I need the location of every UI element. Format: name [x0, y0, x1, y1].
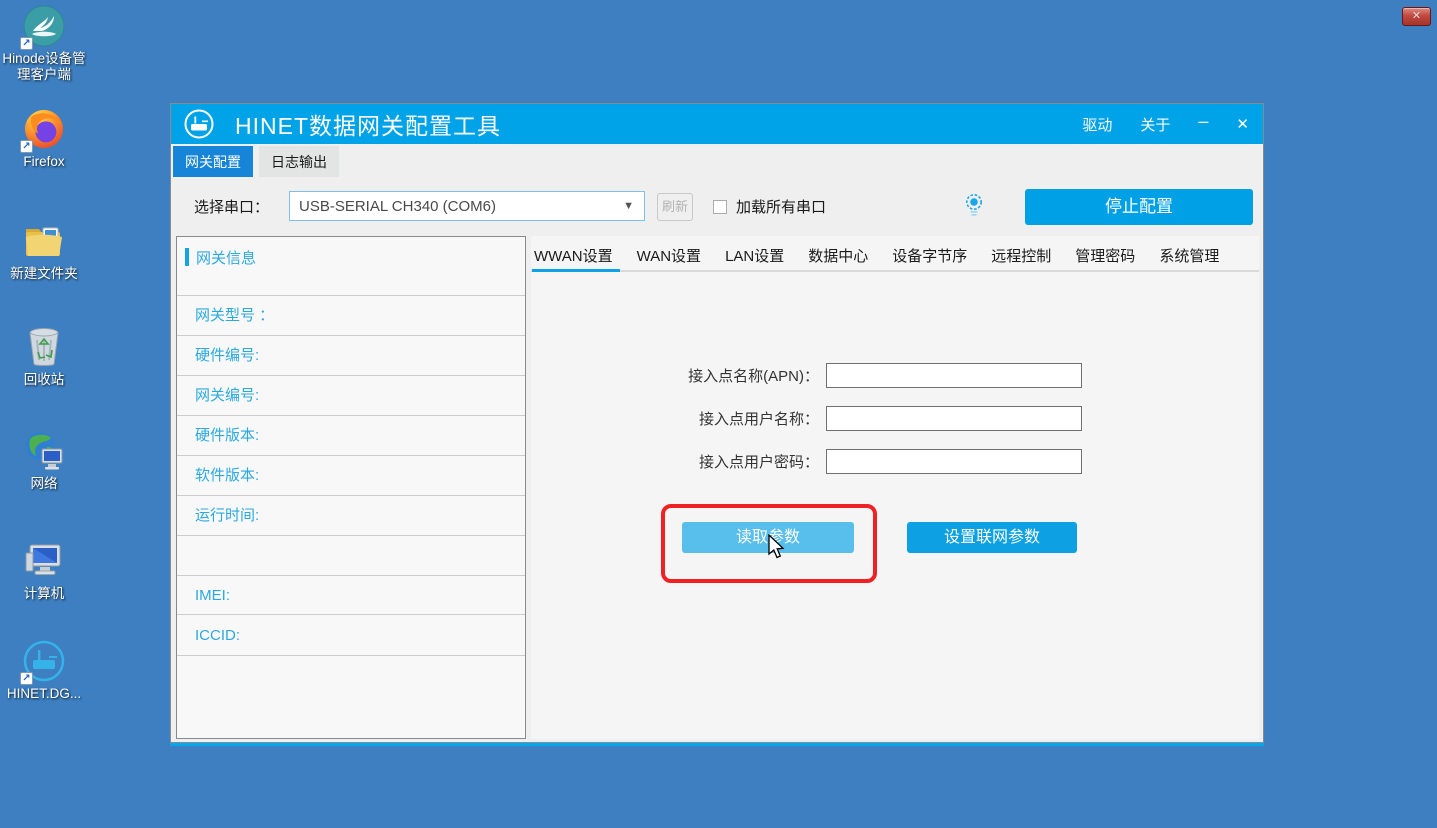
- tab-admin-pwd[interactable]: 管理密码: [1075, 245, 1135, 266]
- chevron-down-icon: ▼: [623, 200, 634, 212]
- hinet-router-icon: ↗: [22, 639, 66, 683]
- app-logo-icon: [183, 108, 215, 140]
- info-row-iccid: ICCID:: [177, 615, 525, 656]
- computer-icon: [22, 539, 66, 583]
- desktop-icon-network[interactable]: 网络: [0, 429, 88, 492]
- tab-remote[interactable]: 远程控制: [991, 245, 1051, 266]
- tab-wan[interactable]: WAN设置: [637, 245, 701, 266]
- mouse-cursor: [767, 534, 786, 561]
- folder-icon: [22, 219, 66, 263]
- tab-wwan[interactable]: WWAN设置: [534, 245, 613, 266]
- tab-gateway-config[interactable]: 网关配置: [173, 146, 253, 177]
- info-row-gw-id: 网关编号:: [177, 376, 525, 416]
- desktop-icon-recycle-bin[interactable]: 回收站: [0, 325, 88, 388]
- desktop-icon-label: 网络: [31, 476, 58, 492]
- minimize-button[interactable]: –: [1198, 116, 1208, 126]
- shortcut-arrow-icon: ↗: [20, 37, 33, 50]
- tab-byteorder[interactable]: 设备字节序: [892, 245, 967, 266]
- info-row-hw-ver: 硬件版本:: [177, 416, 525, 456]
- hinode-client-icon: ↗: [22, 4, 66, 48]
- driver-button[interactable]: 驱动: [1082, 114, 1112, 135]
- settings-panel: WWAN设置 WAN设置 LAN设置 数据中心 设备字节序 远程控制 管理密码 …: [531, 236, 1259, 739]
- set-network-params-button[interactable]: 设置联网参数: [907, 522, 1077, 553]
- desktop-icon-computer[interactable]: 计算机: [0, 539, 88, 602]
- desktop-icon-label: Firefox: [23, 154, 64, 170]
- info-row-uptime: 运行时间:: [177, 496, 525, 536]
- apn-user-row: 接入点用户名称：: [531, 406, 1082, 431]
- close-button[interactable]: ✕: [1236, 115, 1249, 133]
- tab-lan[interactable]: LAN设置: [725, 245, 784, 266]
- section-accent-bar: [185, 248, 189, 266]
- status-bulb-icon: [963, 192, 985, 219]
- load-all-ports-checkbox[interactable]: [713, 200, 727, 214]
- active-tab-underline: [532, 269, 620, 272]
- desktop-icon-label: Hinode设备管理客户端: [0, 51, 88, 83]
- apn-username-label: 接入点用户名称：: [531, 408, 819, 429]
- desktop-icon-new-folder[interactable]: 新建文件夹: [0, 219, 88, 282]
- network-icon: [22, 429, 66, 473]
- tab-log-output[interactable]: 日志输出: [259, 146, 339, 177]
- stop-config-button[interactable]: 停止配置: [1025, 189, 1253, 225]
- tab-system[interactable]: 系统管理: [1159, 245, 1219, 266]
- apn-password-row: 接入点用户密码：: [531, 449, 1082, 474]
- info-row-imei: IMEI:: [177, 576, 525, 615]
- shortcut-arrow-icon: ↗: [20, 140, 33, 153]
- settings-tabs: WWAN设置 WAN设置 LAN设置 数据中心 设备字节序 远程控制 管理密码 …: [534, 245, 1219, 266]
- apn-label: 接入点名称(APN)：: [531, 365, 819, 386]
- desktop-icon-hinet-dg[interactable]: ↗ HINET.DG...: [0, 639, 88, 702]
- desktop-icon-firefox[interactable]: ↗ Firefox: [0, 107, 88, 170]
- serial-port-value: USB-SERIAL CH340 (COM6): [299, 198, 623, 215]
- shortcut-arrow-icon: ↗: [20, 672, 33, 685]
- serial-port-select[interactable]: USB-SERIAL CH340 (COM6) ▼: [289, 191, 645, 221]
- refresh-button[interactable]: 刷新: [657, 193, 693, 221]
- about-button[interactable]: 关于: [1140, 114, 1170, 135]
- window-title: HINET数据网关配置工具: [235, 107, 501, 141]
- apn-password-input[interactable]: [826, 449, 1082, 474]
- tabs-underline: [531, 270, 1259, 272]
- gateway-info-panel: 网关信息 网关型号 ： 硬件编号: 网关编号: 硬件版本: 软件版本: 运行时间…: [176, 236, 526, 739]
- info-row-sw-ver: 软件版本:: [177, 456, 525, 496]
- desktop-icon-hinode-client[interactable]: ↗ Hinode设备管理客户端: [0, 4, 88, 83]
- desktop-icon-label: 计算机: [24, 586, 65, 602]
- desktop-icon-label: HINET.DG...: [7, 686, 81, 702]
- main-tabs: 网关配置 日志输出: [173, 146, 339, 177]
- gateway-info-header: 网关信息: [177, 237, 525, 296]
- apn-row: 接入点名称(APN)：: [531, 363, 1082, 388]
- screen-close-button[interactable]: ✕: [1402, 7, 1431, 26]
- desktop-icon-label: 回收站: [24, 372, 65, 388]
- recycle-bin-icon: [22, 325, 66, 369]
- firefox-icon: ↗: [22, 107, 66, 151]
- apn-password-label: 接入点用户密码：: [531, 451, 819, 472]
- tab-datacenter[interactable]: 数据中心: [808, 245, 868, 266]
- apn-input[interactable]: [826, 363, 1082, 388]
- load-all-ports-label: 加载所有串口: [736, 194, 826, 222]
- info-row-spacer: [177, 536, 525, 576]
- apn-username-input[interactable]: [826, 406, 1082, 431]
- info-row-model: 网关型号 ：: [177, 296, 525, 336]
- hinet-config-window: HINET数据网关配置工具 驱动 关于 – ✕ 网关配置 日志输出 选择串口： …: [170, 103, 1264, 743]
- desktop-icon-label: 新建文件夹: [10, 266, 78, 282]
- serial-port-label: 选择串口：: [194, 194, 269, 222]
- titlebar: HINET数据网关配置工具 驱动 关于 – ✕: [171, 104, 1263, 144]
- info-row-hw-id: 硬件编号:: [177, 336, 525, 376]
